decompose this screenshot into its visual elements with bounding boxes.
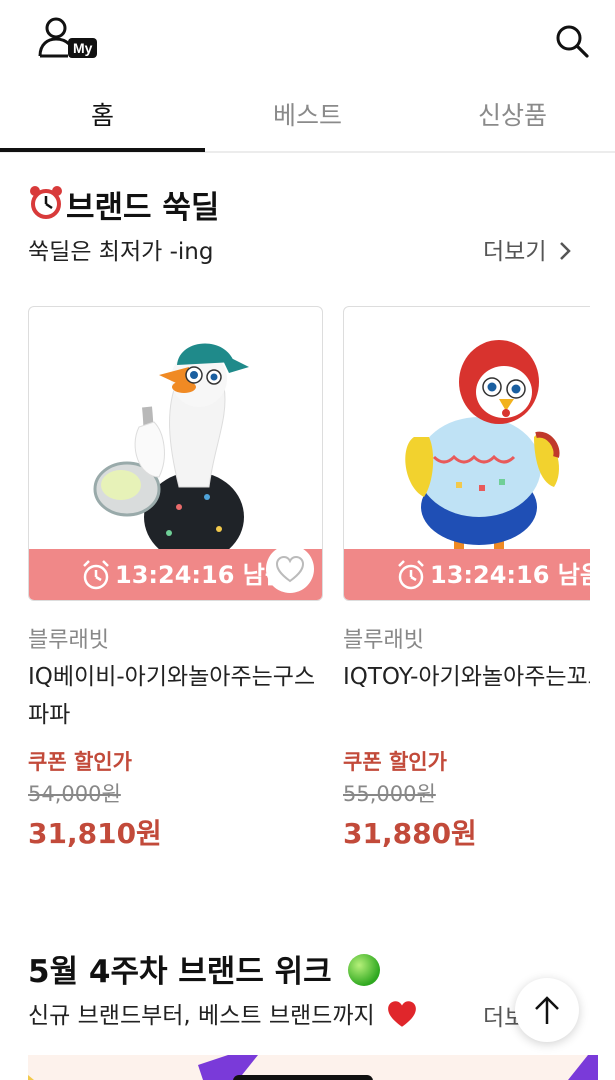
scroll-to-top-button[interactable]	[515, 978, 579, 1042]
green-circle-icon	[348, 954, 381, 986]
arrow-up-icon	[535, 996, 559, 1024]
sale-price: 31,880원	[343, 817, 477, 850]
deal-timer-text: 13:24:16 남음	[115, 561, 287, 589]
alarm-clock-icon	[30, 186, 62, 219]
deal-timer-bar: 13:24:16 남음	[344, 549, 590, 600]
my-page-button[interactable]: My	[38, 16, 106, 64]
wishlist-button[interactable]	[266, 545, 314, 593]
coupon-label: 쿠폰 할인가	[343, 750, 447, 774]
brand-week-title: 5월 4주차 브랜드 위크	[28, 946, 382, 991]
deal-section-title: 브랜드 쑥딜	[66, 190, 220, 226]
product-image[interactable]: 13:24:16 남음	[343, 306, 590, 601]
product-brand: 블루래빗	[343, 628, 424, 653]
deal-section-subtitle: 쑥딜은 최저가 -ing	[28, 239, 214, 265]
tab-home[interactable]: 홈	[0, 85, 205, 151]
product-name[interactable]: IQ베이비-아기와놀아주는구스파파	[28, 658, 323, 736]
product-card[interactable]: 13:24:16 남음 블루래빗 IQ베이비-아기와놀아주는구스파파 쿠폰 할인…	[28, 306, 323, 850]
red-heart-icon	[388, 1001, 416, 1027]
brand-week-subtitle-text: 신규 브랜드부터, 베스트 브랜드까지	[28, 1003, 375, 1029]
my-badge: My	[68, 38, 98, 58]
product-image[interactable]: 13:24:16 남음	[28, 306, 323, 601]
brand-week-banner[interactable]	[28, 1055, 598, 1080]
original-price: 55,000원	[343, 782, 436, 806]
coupon-label: 쿠폰 할인가	[28, 750, 132, 774]
active-tab-indicator	[0, 148, 205, 152]
deal-timer-text: 13:24:16 남음	[430, 561, 590, 589]
product-name[interactable]: IQTOY-아기와놀아주는꼬꼬맘	[343, 658, 590, 736]
product-carousel-clip: 13:24:16 남음 블루래빗 IQTOY-아기와놀아주는꼬꼬맘 쿠폰 할인가…	[343, 0, 590, 1080]
alarm-clock-icon	[83, 560, 109, 590]
brand-week-subtitle: 신규 브랜드부터, 베스트 브랜드까지	[28, 996, 418, 1030]
heart-icon	[275, 555, 305, 583]
sale-price: 31,810원	[28, 817, 162, 850]
product-brand: 블루래빗	[28, 628, 109, 653]
original-price: 54,000원	[28, 782, 121, 806]
alarm-clock-icon	[398, 560, 424, 590]
product-card[interactable]: 13:24:16 남음 블루래빗 IQTOY-아기와놀아주는꼬꼬맘 쿠폰 할인가…	[343, 306, 590, 850]
banner-graphic	[28, 1055, 598, 1080]
brand-week-title-text: 5월 4주차 브랜드 위크	[28, 954, 332, 990]
